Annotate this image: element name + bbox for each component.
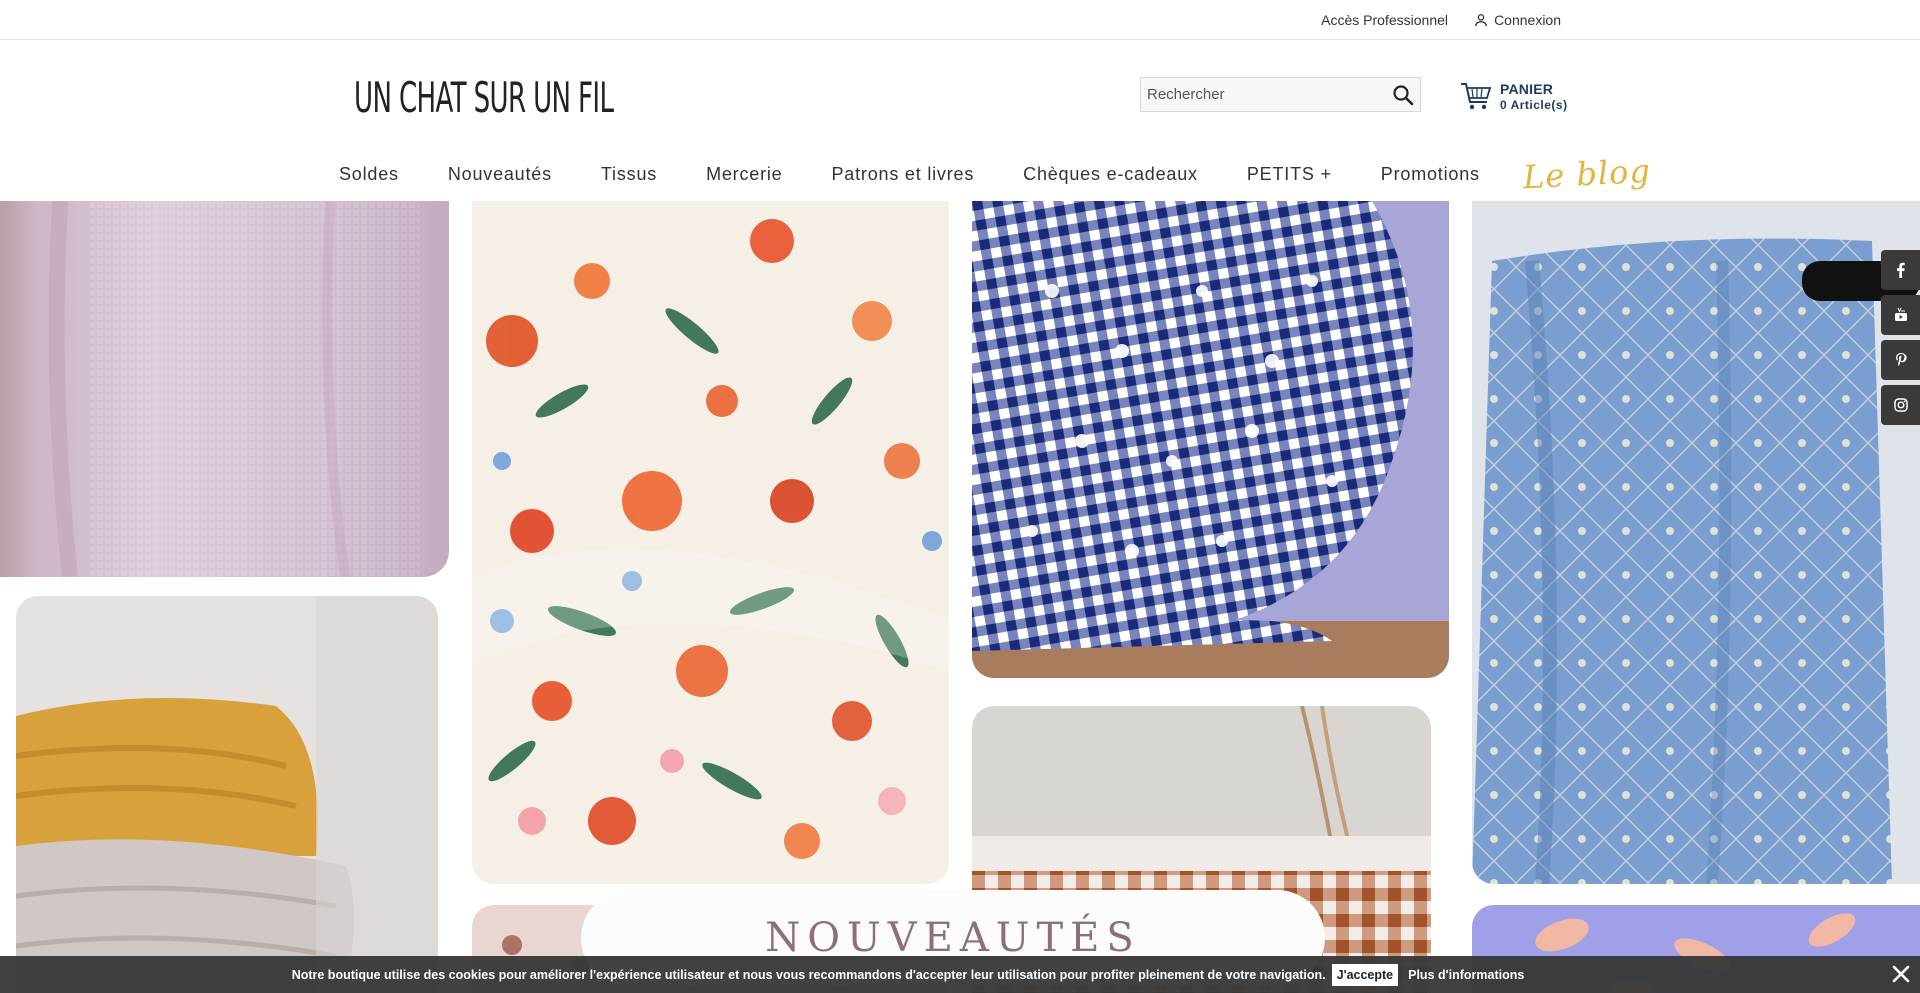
search-input[interactable]: [1141, 78, 1381, 111]
search-box: [1140, 77, 1421, 112]
site-header: UN CHAT SUR UN FIL PANIER 0 Article(s) S…: [0, 40, 1920, 201]
search-icon[interactable]: [1392, 84, 1414, 106]
facebook-button[interactable]: [1881, 250, 1920, 290]
pinterest-button[interactable]: [1881, 340, 1920, 380]
fabric-image-floral[interactable]: [472, 201, 949, 884]
nav-item-petits-plus[interactable]: PETITS +: [1247, 164, 1332, 185]
user-icon: [1475, 14, 1487, 27]
close-icon[interactable]: [1890, 963, 1912, 985]
accept-cookies-button[interactable]: J'accepte: [1331, 963, 1399, 986]
nav-item-patrons-livres[interactable]: Patrons et livres: [831, 164, 974, 185]
youtube-icon: [1894, 307, 1907, 321]
pinterest-icon: [1895, 353, 1907, 367]
nav-item-blog[interactable]: Le blog: [1522, 152, 1652, 197]
fabric-gallery: NOUVEAUTÉS: [0, 201, 1920, 993]
main-nav: Soldes Nouveautés Tissus Mercerie Patron…: [339, 152, 1700, 197]
logo-wordmark: UN CHAT SUR UN FIL: [354, 72, 614, 122]
top-bar: Accès Professionnel Connexion: [0, 0, 1920, 40]
site-logo[interactable]: UN CHAT SUR UN FIL: [338, 54, 668, 140]
facebook-icon: [1896, 262, 1905, 278]
fabric-image-mustard-knit[interactable]: [16, 596, 438, 993]
cart-title: PANIER: [1500, 80, 1554, 97]
nav-item-nouveautes[interactable]: Nouveautés: [448, 164, 552, 185]
cart-link[interactable]: PANIER 0 Article(s): [1460, 78, 1568, 114]
nav-item-promotions[interactable]: Promotions: [1381, 164, 1480, 185]
social-bar: [1881, 250, 1920, 430]
fabric-image-navy-gingham[interactable]: [972, 201, 1449, 678]
more-info-link[interactable]: Plus d'informations: [1408, 968, 1524, 982]
fabric-image-blue-embroidered[interactable]: [1472, 201, 1920, 884]
cookie-bar: Notre boutique utilise des cookies pour …: [0, 956, 1920, 993]
pro-access-link[interactable]: Accès Professionnel: [1321, 12, 1448, 28]
cart-count: 0 Article(s): [1500, 97, 1568, 112]
instagram-icon: [1893, 398, 1908, 412]
youtube-button[interactable]: [1881, 295, 1920, 335]
nav-item-soldes[interactable]: Soldes: [339, 164, 399, 185]
instagram-button[interactable]: [1881, 385, 1920, 425]
login-link[interactable]: Connexion: [1474, 12, 1561, 28]
banner-title: NOUVEAUTÉS: [765, 915, 1141, 961]
fabric-image-lilac-waffle[interactable]: [0, 201, 449, 577]
nav-item-tissus[interactable]: Tissus: [601, 164, 657, 185]
cart-icon: [1461, 83, 1492, 110]
nav-item-mercerie[interactable]: Mercerie: [706, 164, 782, 185]
login-label: Connexion: [1494, 12, 1561, 28]
cookie-message: Notre boutique utilise des cookies pour …: [291, 967, 1326, 982]
nav-item-cheques-cadeaux[interactable]: Chèques e-cadeaux: [1023, 164, 1198, 185]
